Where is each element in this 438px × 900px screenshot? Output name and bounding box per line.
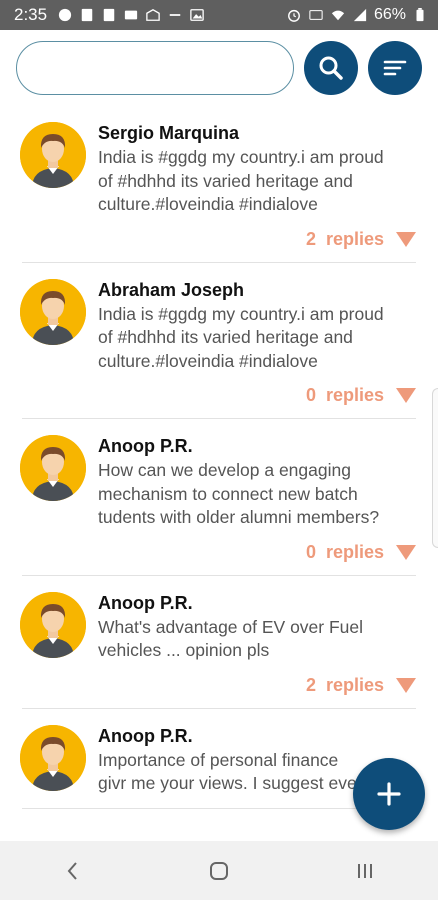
reply-count: 2 bbox=[305, 228, 316, 249]
post-author: Anoop P.R. bbox=[98, 725, 193, 746]
replies-toggle[interactable]: 2 replies bbox=[22, 675, 416, 696]
news-notification-icon bbox=[101, 8, 117, 22]
document-notification-icon bbox=[79, 8, 95, 22]
user-avatar-icon bbox=[20, 122, 86, 188]
recents-button[interactable] bbox=[335, 851, 395, 891]
back-chevron-icon bbox=[67, 861, 77, 880]
caret-down-icon bbox=[396, 677, 416, 693]
user-avatar-icon bbox=[20, 724, 86, 791]
card-notification-icon bbox=[123, 8, 139, 22]
status-time: 2:35 bbox=[14, 5, 48, 24]
search-input[interactable] bbox=[16, 41, 294, 95]
post-body: Anoop P.R. How can we develop a engaging… bbox=[20, 433, 416, 530]
replies-label: replies bbox=[325, 228, 384, 249]
battery-percent: 66% bbox=[373, 6, 406, 23]
replies-label: replies bbox=[325, 385, 384, 405]
app-screen: 2:35 66% Sergio Marquina India is #ggdg … bbox=[0, 0, 438, 900]
reply-count: 0 bbox=[305, 385, 316, 405]
search-button[interactable] bbox=[304, 41, 358, 95]
add-post-button[interactable] bbox=[353, 758, 425, 830]
back-button[interactable] bbox=[43, 851, 103, 891]
post-body: Sergio Marquina India is #ggdg my countr… bbox=[20, 120, 416, 217]
post-content: How can we develop a engaging mechanism … bbox=[98, 460, 380, 527]
alarm-icon bbox=[286, 8, 302, 22]
replies-toggle[interactable]: 0 replies bbox=[22, 542, 416, 563]
wifi-icon bbox=[330, 8, 346, 22]
post-body: Abraham Joseph India is #ggdg my country… bbox=[20, 277, 416, 374]
post-content: India is #ggdg my country.i am proud of … bbox=[98, 303, 384, 371]
home-square-icon bbox=[210, 861, 228, 880]
post-list: Sergio Marquina India is #ggdg my countr… bbox=[0, 106, 438, 841]
replies-label: replies bbox=[325, 541, 384, 562]
caret-down-icon bbox=[396, 544, 416, 560]
replies-toggle[interactable]: 0 replies bbox=[22, 385, 416, 406]
post-text: Abraham Joseph India is #ggdg my country… bbox=[98, 277, 416, 374]
system-nav-bar bbox=[0, 841, 438, 900]
minus-notification-icon bbox=[167, 8, 183, 22]
post-author: Sergio Marquina bbox=[98, 123, 240, 143]
post-content: India is #ggdg my country.i am proud of … bbox=[98, 147, 384, 214]
post-text: Sergio Marquina India is #ggdg my countr… bbox=[98, 120, 416, 217]
mail-notification-icon bbox=[145, 8, 161, 22]
post-author: Anoop P.R. bbox=[98, 436, 193, 456]
replies-toggle[interactable]: 2 replies bbox=[22, 229, 416, 250]
home-button[interactable] bbox=[189, 851, 249, 891]
recents-lines-icon bbox=[358, 863, 372, 878]
post-item[interactable]: Anoop P.R. How can we develop a engaging… bbox=[20, 419, 416, 576]
post-text: Anoop P.R. How can we develop a engaging… bbox=[98, 433, 416, 530]
battery-icon bbox=[412, 8, 428, 22]
replies-label: replies bbox=[325, 674, 384, 695]
reply-count: 2 bbox=[305, 674, 316, 695]
avatar[interactable] bbox=[20, 122, 86, 188]
user-avatar-icon bbox=[20, 435, 86, 501]
post-text: Anoop P.R. What's advantage of EV over F… bbox=[98, 590, 416, 663]
avatar[interactable] bbox=[20, 724, 86, 791]
status-right: 66% bbox=[286, 6, 428, 24]
volte-icon bbox=[308, 8, 324, 22]
caret-down-icon bbox=[396, 231, 416, 247]
post-body: Anoop P.R. What's advantage of EV over F… bbox=[20, 590, 416, 663]
image-notification-icon bbox=[189, 8, 205, 22]
status-bar: 2:35 66% bbox=[0, 0, 438, 30]
user-avatar-icon bbox=[20, 278, 86, 345]
plus-icon bbox=[377, 782, 401, 806]
post-item[interactable]: Sergio Marquina India is #ggdg my countr… bbox=[20, 106, 416, 263]
post-author: Anoop P.R. bbox=[98, 592, 193, 613]
edge-panel-handle[interactable] bbox=[432, 388, 438, 548]
filter-lines-icon bbox=[383, 60, 407, 76]
avatar[interactable] bbox=[20, 435, 86, 501]
messenger-notification-icon bbox=[57, 8, 73, 22]
avatar[interactable] bbox=[20, 278, 86, 345]
signal-icon bbox=[352, 8, 368, 22]
search-icon bbox=[319, 56, 343, 80]
filter-button[interactable] bbox=[368, 41, 422, 95]
post-item[interactable]: Abraham Joseph India is #ggdg my country… bbox=[20, 263, 416, 419]
search-row bbox=[0, 30, 438, 106]
post-item[interactable]: Anoop P.R. What's advantage of EV over F… bbox=[20, 576, 416, 709]
status-left: 2:35 bbox=[14, 5, 205, 25]
reply-count: 0 bbox=[305, 541, 316, 562]
user-avatar-icon bbox=[20, 591, 86, 658]
post-content: What's advantage of EV over Fuel vehicle… bbox=[98, 616, 364, 661]
caret-down-icon bbox=[396, 388, 416, 403]
avatar[interactable] bbox=[20, 591, 86, 658]
post-author: Abraham Joseph bbox=[98, 279, 245, 300]
